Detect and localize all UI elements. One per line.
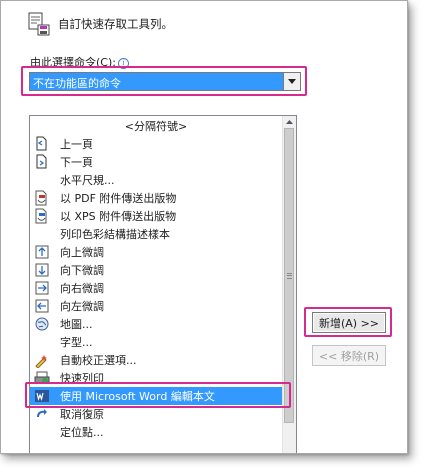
command-label: <分隔符號> — [124, 120, 188, 133]
command-label: 地圖... — [60, 318, 93, 331]
command-list-item[interactable]: 地圖... — [30, 315, 282, 333]
command-label: 向左微調 — [60, 300, 104, 313]
nudge-right-icon — [35, 281, 49, 295]
command-label: 上一頁 — [60, 138, 93, 151]
command-label: 以 PDF 附件傳送出版物 — [60, 192, 177, 205]
command-list-item[interactable]: 向上微調 — [30, 243, 282, 261]
dialog-header: 自訂快速存取工具列。 — [26, 7, 173, 41]
add-button[interactable]: 新增(A) >> — [312, 312, 386, 333]
xps-attachment-icon — [35, 208, 47, 224]
command-list-item[interactable]: 以 PDF 附件傳送出版物 — [30, 189, 282, 207]
command-label: 列印色彩結構描述樣本 — [60, 228, 170, 241]
command-list-item[interactable]: 以 XPS 附件傳送出版物 — [30, 207, 282, 225]
blank-icon — [34, 226, 50, 242]
scroll-up-arrow-icon[interactable] — [285, 118, 294, 127]
command-label: 以 XPS 附件傳送出版物 — [60, 210, 177, 223]
chevron-down-icon — [288, 79, 296, 84]
command-list-item[interactable]: <分隔符號> — [30, 117, 282, 135]
command-list-item[interactable]: 定位點... — [30, 423, 282, 441]
command-label: 取消復原 — [60, 408, 104, 421]
command-label: 定位點... — [60, 426, 104, 439]
command-list-item[interactable]: 字型... — [30, 333, 282, 351]
command-list-item[interactable]: 向右微調 — [30, 279, 282, 297]
map-icon — [35, 317, 49, 331]
blank-icon — [34, 172, 50, 188]
previous-page-icon — [36, 136, 47, 151]
dropdown-selected-value: 不在功能區的命令 — [33, 77, 121, 90]
remove-button-label: << 移除(R) — [318, 349, 380, 363]
redo-icon — [37, 409, 47, 418]
nudge-down-icon — [35, 263, 49, 277]
command-list-item[interactable]: 向下微調 — [30, 261, 282, 279]
dialog-title: 自訂快速存取工具列。 — [58, 17, 173, 31]
nudge-up-icon — [35, 245, 49, 259]
command-label: 向右微調 — [60, 282, 104, 295]
quick-access-toolbar-icon — [28, 12, 50, 36]
next-page-icon — [36, 154, 47, 169]
command-list-item[interactable]: 水平尺規... — [30, 171, 282, 189]
blank-icon — [34, 424, 50, 440]
command-list-item[interactable]: 上一頁 — [30, 135, 282, 153]
command-label: 向上微調 — [60, 246, 104, 259]
command-label: 自動校正選項... — [60, 354, 137, 367]
dropdown-button[interactable] — [283, 73, 300, 90]
command-label: 向下微調 — [60, 264, 104, 277]
selected-row-highlight-box — [25, 382, 291, 408]
autocorrect-icon — [35, 355, 47, 368]
command-label: 字型... — [60, 336, 93, 349]
pdf-attachment-icon — [35, 190, 47, 206]
command-label: 下一頁 — [60, 156, 93, 169]
customize-qat-dialog: 自訂快速存取工具列。 由此選擇命令(C): i 不在功能區的命令 <分隔符號> 上一… — [0, 0, 408, 454]
nudge-left-icon — [35, 299, 49, 313]
command-list-item[interactable]: 向左微調 — [30, 297, 282, 315]
choose-commands-dropdown[interactable]: 不在功能區的命令 — [29, 72, 301, 91]
remove-button[interactable]: << 移除(R) — [312, 345, 386, 366]
add-button-label: 新增(A) >> — [318, 316, 380, 330]
command-label: 水平尺規... — [60, 174, 115, 187]
command-list-item[interactable]: 列印色彩結構描述樣本 — [30, 225, 282, 243]
scrollbar-thumb[interactable] — [284, 128, 294, 423]
command-list-item[interactable]: 下一頁 — [30, 153, 282, 171]
blank-icon — [34, 334, 50, 350]
command-list-item[interactable]: 自動校正選項... — [30, 351, 282, 369]
